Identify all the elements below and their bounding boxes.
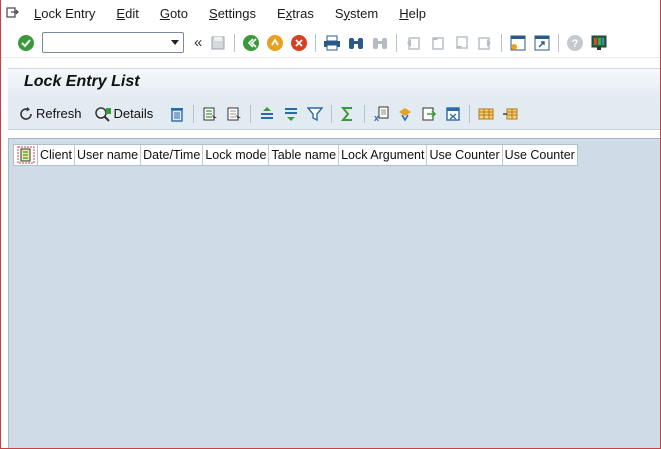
collapse-chevron-icon[interactable]: « [194, 34, 202, 51]
last-page-icon[interactable] [475, 33, 495, 53]
details-label: Details [113, 106, 154, 121]
toolbar-separator [501, 33, 503, 52]
grid-layout-icon[interactable] [476, 104, 496, 124]
filter-icon[interactable] [305, 104, 325, 124]
toolbar-separator [315, 33, 317, 52]
toolbar-separator [234, 33, 236, 52]
column-header-date-time[interactable]: Date/Time [141, 145, 204, 165]
menu-system[interactable]: System [335, 6, 378, 21]
command-input[interactable] [43, 33, 163, 52]
save-icon[interactable] [208, 33, 228, 53]
column-header-use-counter-2[interactable]: Use Counter [503, 145, 577, 165]
enter-check-icon[interactable] [16, 33, 36, 53]
toolbar-separator [250, 104, 252, 123]
help-icon[interactable]: ? [565, 33, 585, 53]
select-all-icon[interactable] [200, 104, 220, 124]
title-area: Lock Entry List [8, 68, 661, 98]
find-icon[interactable] [346, 33, 366, 53]
column-header-use-counter[interactable]: Use Counter [427, 145, 503, 165]
chevron-down-icon[interactable] [171, 40, 179, 45]
column-header-lock-mode[interactable]: Lock mode [203, 145, 270, 165]
toolbar-separator [469, 104, 471, 123]
page-title: Lock Entry List [24, 73, 140, 90]
details-button[interactable]: Details [94, 106, 154, 122]
column-header-user-name[interactable]: User name [75, 145, 142, 165]
new-session-icon[interactable] [508, 33, 528, 53]
select-all-rows-icon [17, 146, 34, 164]
sum-icon[interactable] [338, 104, 358, 124]
find-next-icon[interactable] [370, 33, 390, 53]
sort-ascending-icon[interactable] [257, 104, 277, 124]
next-page-icon[interactable] [451, 33, 471, 53]
choose-layout-icon[interactable] [500, 104, 520, 124]
menu-edit[interactable]: Edit [116, 6, 138, 21]
lock-entry-grid: Client User name Date/Time Lock mode Tab… [8, 138, 661, 449]
svg-text:?: ? [572, 38, 579, 50]
menu-help[interactable]: Help [399, 6, 426, 21]
standard-toolbar: « ? [0, 28, 661, 58]
system-menu-icon[interactable] [6, 6, 28, 20]
select-all-rows-button[interactable] [14, 145, 38, 165]
menu-extras[interactable]: Extras [277, 6, 314, 21]
svg-text:x: x [374, 113, 379, 122]
delete-icon[interactable] [167, 104, 187, 124]
application-toolbar: Refresh Details x [8, 98, 661, 130]
refresh-icon [20, 106, 32, 120]
menu-lock-entry[interactable]: Lock Entry [34, 6, 95, 21]
print-preview-icon[interactable] [443, 104, 463, 124]
menu-bar: Lock Entry Edit Goto Settings Extras Sys… [0, 0, 661, 26]
details-magnifier-icon [94, 106, 111, 122]
sort-descending-icon[interactable] [281, 104, 301, 124]
customize-layout-icon[interactable] [589, 33, 609, 53]
toolbar-separator [193, 104, 195, 123]
cancel-icon[interactable] [289, 33, 309, 53]
refresh-label: Refresh [36, 106, 82, 121]
deselect-all-icon[interactable] [224, 104, 244, 124]
grid-header-row: Client User name Date/Time Lock mode Tab… [13, 144, 578, 166]
command-field[interactable] [42, 32, 184, 53]
column-header-lock-argument[interactable]: Lock Argument [339, 145, 428, 165]
column-header-table-name[interactable]: Table name [269, 145, 340, 165]
export-file-icon[interactable] [419, 104, 439, 124]
toolbar-separator [364, 104, 366, 123]
shortcut-icon[interactable] [532, 33, 552, 53]
change-layout-icon[interactable] [395, 104, 415, 124]
toolbar-separator [558, 33, 560, 52]
menu-goto[interactable]: Goto [160, 6, 188, 21]
previous-page-icon[interactable] [427, 33, 447, 53]
export-excel-icon[interactable]: x [371, 104, 391, 124]
exit-icon[interactable] [265, 33, 285, 53]
back-icon[interactable] [241, 33, 261, 53]
toolbar-separator [331, 104, 333, 123]
toolbar-separator [396, 33, 398, 52]
column-header-client[interactable]: Client [38, 145, 75, 165]
menu-settings[interactable]: Settings [209, 6, 256, 21]
refresh-button[interactable]: Refresh [18, 106, 82, 122]
first-page-icon[interactable] [403, 33, 423, 53]
print-icon[interactable] [322, 33, 342, 53]
